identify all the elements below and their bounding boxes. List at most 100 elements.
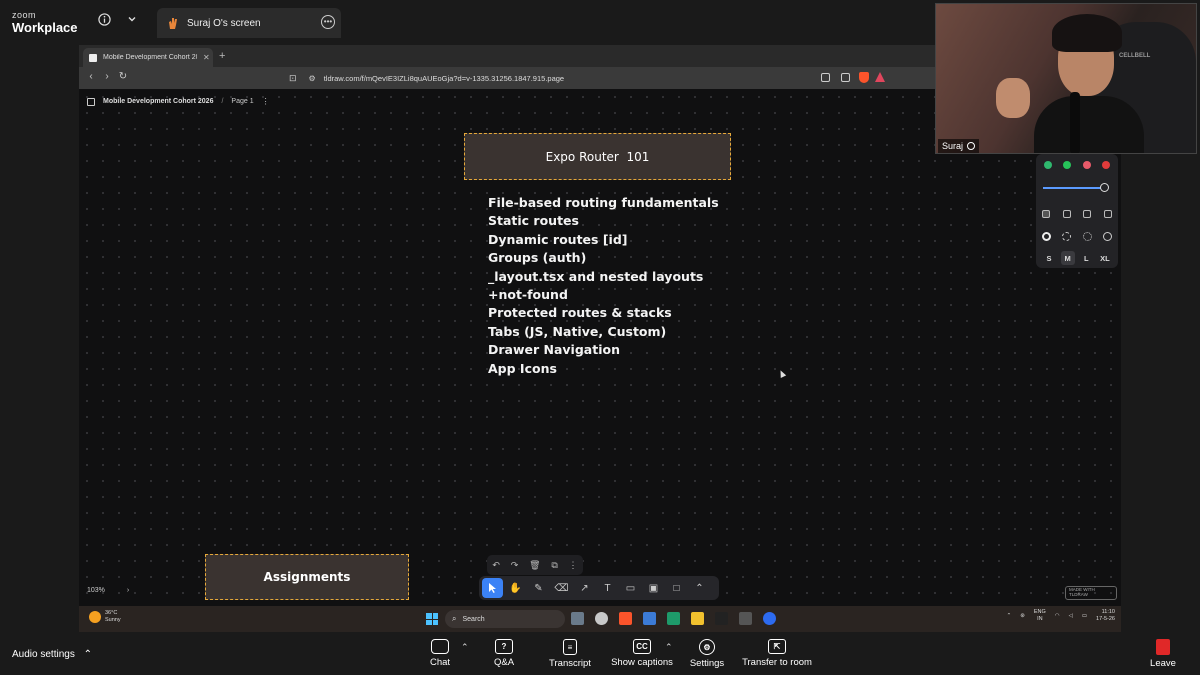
more-options-icon[interactable]: ••• bbox=[321, 15, 335, 29]
notepad-icon[interactable] bbox=[643, 612, 656, 625]
audio-settings-button[interactable]: Audio settings ⌃ bbox=[12, 649, 92, 660]
taskbar-search[interactable]: ⌕ Search bbox=[445, 610, 565, 628]
topic-list[interactable]: File-based routing fundamentals Static r… bbox=[488, 194, 719, 378]
topic-item: File-based routing fundamentals bbox=[488, 195, 719, 210]
image-tool-icon[interactable]: ▣ bbox=[643, 578, 664, 598]
volume-icon[interactable]: ◁ bbox=[1069, 613, 1073, 619]
size-option[interactable]: XL bbox=[1098, 251, 1112, 265]
note-tool-icon[interactable]: ▭ bbox=[620, 578, 641, 598]
wifi-icon[interactable]: ◠ bbox=[1055, 613, 1060, 619]
share-icon[interactable] bbox=[841, 73, 850, 82]
bookmark-icon[interactable]: ⊡ bbox=[289, 73, 297, 84]
fill-semi-icon[interactable] bbox=[1062, 210, 1071, 218]
page-name[interactable]: Page 1 bbox=[231, 98, 253, 105]
color-swatch[interactable] bbox=[1063, 161, 1072, 169]
brave-browser-icon[interactable] bbox=[619, 612, 632, 625]
minimap-toggle-icon[interactable]: › bbox=[127, 587, 129, 594]
topic-item: Static routes bbox=[488, 213, 579, 229]
transfer-label: Transfer to room bbox=[742, 657, 812, 668]
more-tools-icon[interactable]: ⌃ bbox=[689, 578, 710, 598]
color-swatch[interactable] bbox=[1044, 161, 1052, 169]
zoom-meeting-window: zoom Workplace Suraj O's screen ••• Mobi… bbox=[0, 0, 1200, 675]
store-icon[interactable] bbox=[667, 612, 680, 625]
rectangle-tool-icon[interactable]: □ bbox=[666, 578, 687, 598]
forward-icon[interactable]: › bbox=[101, 71, 113, 82]
dash-row bbox=[1042, 232, 1112, 241]
size-option[interactable]: L bbox=[1079, 251, 1093, 265]
battery-icon[interactable]: ▭ bbox=[1082, 613, 1087, 619]
brave-rewards-icon[interactable] bbox=[875, 72, 885, 82]
delete-icon[interactable]: 🗑 bbox=[529, 560, 540, 571]
sidebar-menu-icon[interactable] bbox=[87, 97, 95, 106]
made-with-tldraw-badge[interactable]: MADE WITH TLDRAW bbox=[1065, 586, 1117, 600]
zoom-indicator[interactable]: 103% › bbox=[87, 587, 129, 594]
zoom-app-icon[interactable] bbox=[763, 612, 776, 625]
size-option[interactable]: S bbox=[1042, 251, 1056, 265]
browser-tab[interactable]: Mobile Development Cohort 202... ✕ bbox=[83, 48, 213, 67]
hand-tool-icon[interactable]: ✋ bbox=[505, 578, 526, 598]
opacity-slider-track[interactable] bbox=[1043, 187, 1103, 189]
tldraw-canvas[interactable]: Mobile Development Cohort 2026 / Page 1 … bbox=[79, 89, 1121, 606]
leave-button[interactable]: Leave bbox=[1146, 639, 1180, 669]
eraser-tool-icon[interactable]: ⌫ bbox=[551, 578, 572, 598]
terminal-icon[interactable] bbox=[739, 612, 752, 625]
app-icon[interactable] bbox=[715, 612, 728, 625]
redo-icon[interactable]: ↷ bbox=[511, 560, 519, 571]
transfer-to-room-button[interactable]: ⇱ Transfer to room bbox=[737, 639, 817, 668]
fill-none-icon[interactable] bbox=[1042, 210, 1050, 218]
chat-icon bbox=[431, 639, 449, 654]
title-frame[interactable]: Expo Router 101 bbox=[464, 133, 731, 180]
windows-start-icon[interactable] bbox=[426, 613, 438, 625]
back-icon[interactable]: ‹ bbox=[85, 71, 97, 82]
title-frame-text: Expo Router 101 bbox=[545, 149, 650, 164]
topic-item: App Icons bbox=[488, 360, 557, 376]
text-tool-icon[interactable]: T bbox=[597, 578, 618, 598]
network-icon[interactable]: ⊛ bbox=[1020, 613, 1025, 619]
screen-share-tab[interactable]: Suraj O's screen ••• bbox=[157, 8, 341, 38]
arrow-tool-icon[interactable]: ↗ bbox=[574, 578, 595, 598]
weather-widget[interactable]: 36°C Sunny bbox=[89, 610, 121, 623]
brave-shield-icon[interactable] bbox=[859, 72, 869, 83]
github-icon[interactable] bbox=[595, 612, 608, 625]
leave-door-icon bbox=[1156, 639, 1170, 655]
fill-solid-icon[interactable] bbox=[1083, 210, 1092, 218]
taskbar-clock[interactable]: 11:10 17-5-26 bbox=[1096, 609, 1115, 622]
sun-icon bbox=[89, 610, 101, 623]
duplicate-icon[interactable]: ⧉ bbox=[551, 560, 557, 571]
color-swatch[interactable] bbox=[1101, 161, 1110, 169]
document-title[interactable]: Mobile Development Cohort 2026 bbox=[103, 98, 213, 105]
info-icon[interactable] bbox=[96, 11, 112, 27]
opacity-slider-handle[interactable] bbox=[1100, 183, 1109, 192]
url-field[interactable]: ⊡ ⚙ tldraw.com/f/mQevIE3IZLi8quAUEoGja?d… bbox=[289, 70, 889, 86]
undo-icon[interactable]: ↶ bbox=[492, 560, 500, 571]
dash-dashed-icon[interactable] bbox=[1062, 232, 1072, 241]
dash-draw-icon[interactable] bbox=[1042, 232, 1051, 241]
participant-video[interactable]: CELLBELL Suraj bbox=[935, 3, 1197, 154]
site-settings-icon[interactable]: ⚙ bbox=[309, 74, 316, 83]
more-actions-icon[interactable]: ⋮ bbox=[569, 560, 578, 571]
new-tab-icon[interactable]: + bbox=[219, 50, 225, 62]
task-view-icon[interactable] bbox=[571, 612, 584, 625]
cast-icon[interactable] bbox=[821, 73, 830, 82]
assignments-frame[interactable]: Assignments bbox=[205, 554, 409, 600]
size-option[interactable]: M bbox=[1060, 251, 1075, 265]
color-swatch[interactable] bbox=[1082, 161, 1091, 169]
page-menu-icon[interactable]: ⋮ bbox=[262, 97, 270, 106]
dash-solid-icon[interactable] bbox=[1102, 232, 1112, 241]
chevron-down-icon[interactable] bbox=[124, 11, 140, 27]
language-indicator[interactable]: ENG IN bbox=[1034, 609, 1046, 622]
settings-button[interactable]: ⚙ Settings bbox=[667, 639, 747, 669]
close-tab-icon[interactable]: ✕ bbox=[203, 53, 210, 62]
mouse-cursor-icon bbox=[777, 369, 787, 378]
mic-status-icon bbox=[967, 142, 976, 150]
dash-dotted-icon[interactable] bbox=[1082, 232, 1092, 241]
file-explorer-icon[interactable] bbox=[691, 612, 704, 625]
url-text: tldraw.com/f/mQevIE3IZLi8quAUEoGja?d=v-1… bbox=[323, 73, 565, 83]
transcript-button[interactable]: ≡ Transcript bbox=[530, 639, 610, 669]
chevron-up-icon[interactable]: ⌃ bbox=[1007, 613, 1012, 619]
fill-pattern-icon[interactable] bbox=[1103, 210, 1112, 218]
reload-icon[interactable]: ↻ bbox=[117, 71, 129, 82]
select-tool-icon[interactable] bbox=[482, 578, 503, 598]
tldraw-toolbar: ✋ ✎ ⌫ ↗ T ▭ ▣ □ ⌃ bbox=[479, 576, 719, 600]
draw-tool-icon[interactable]: ✎ bbox=[528, 578, 549, 598]
